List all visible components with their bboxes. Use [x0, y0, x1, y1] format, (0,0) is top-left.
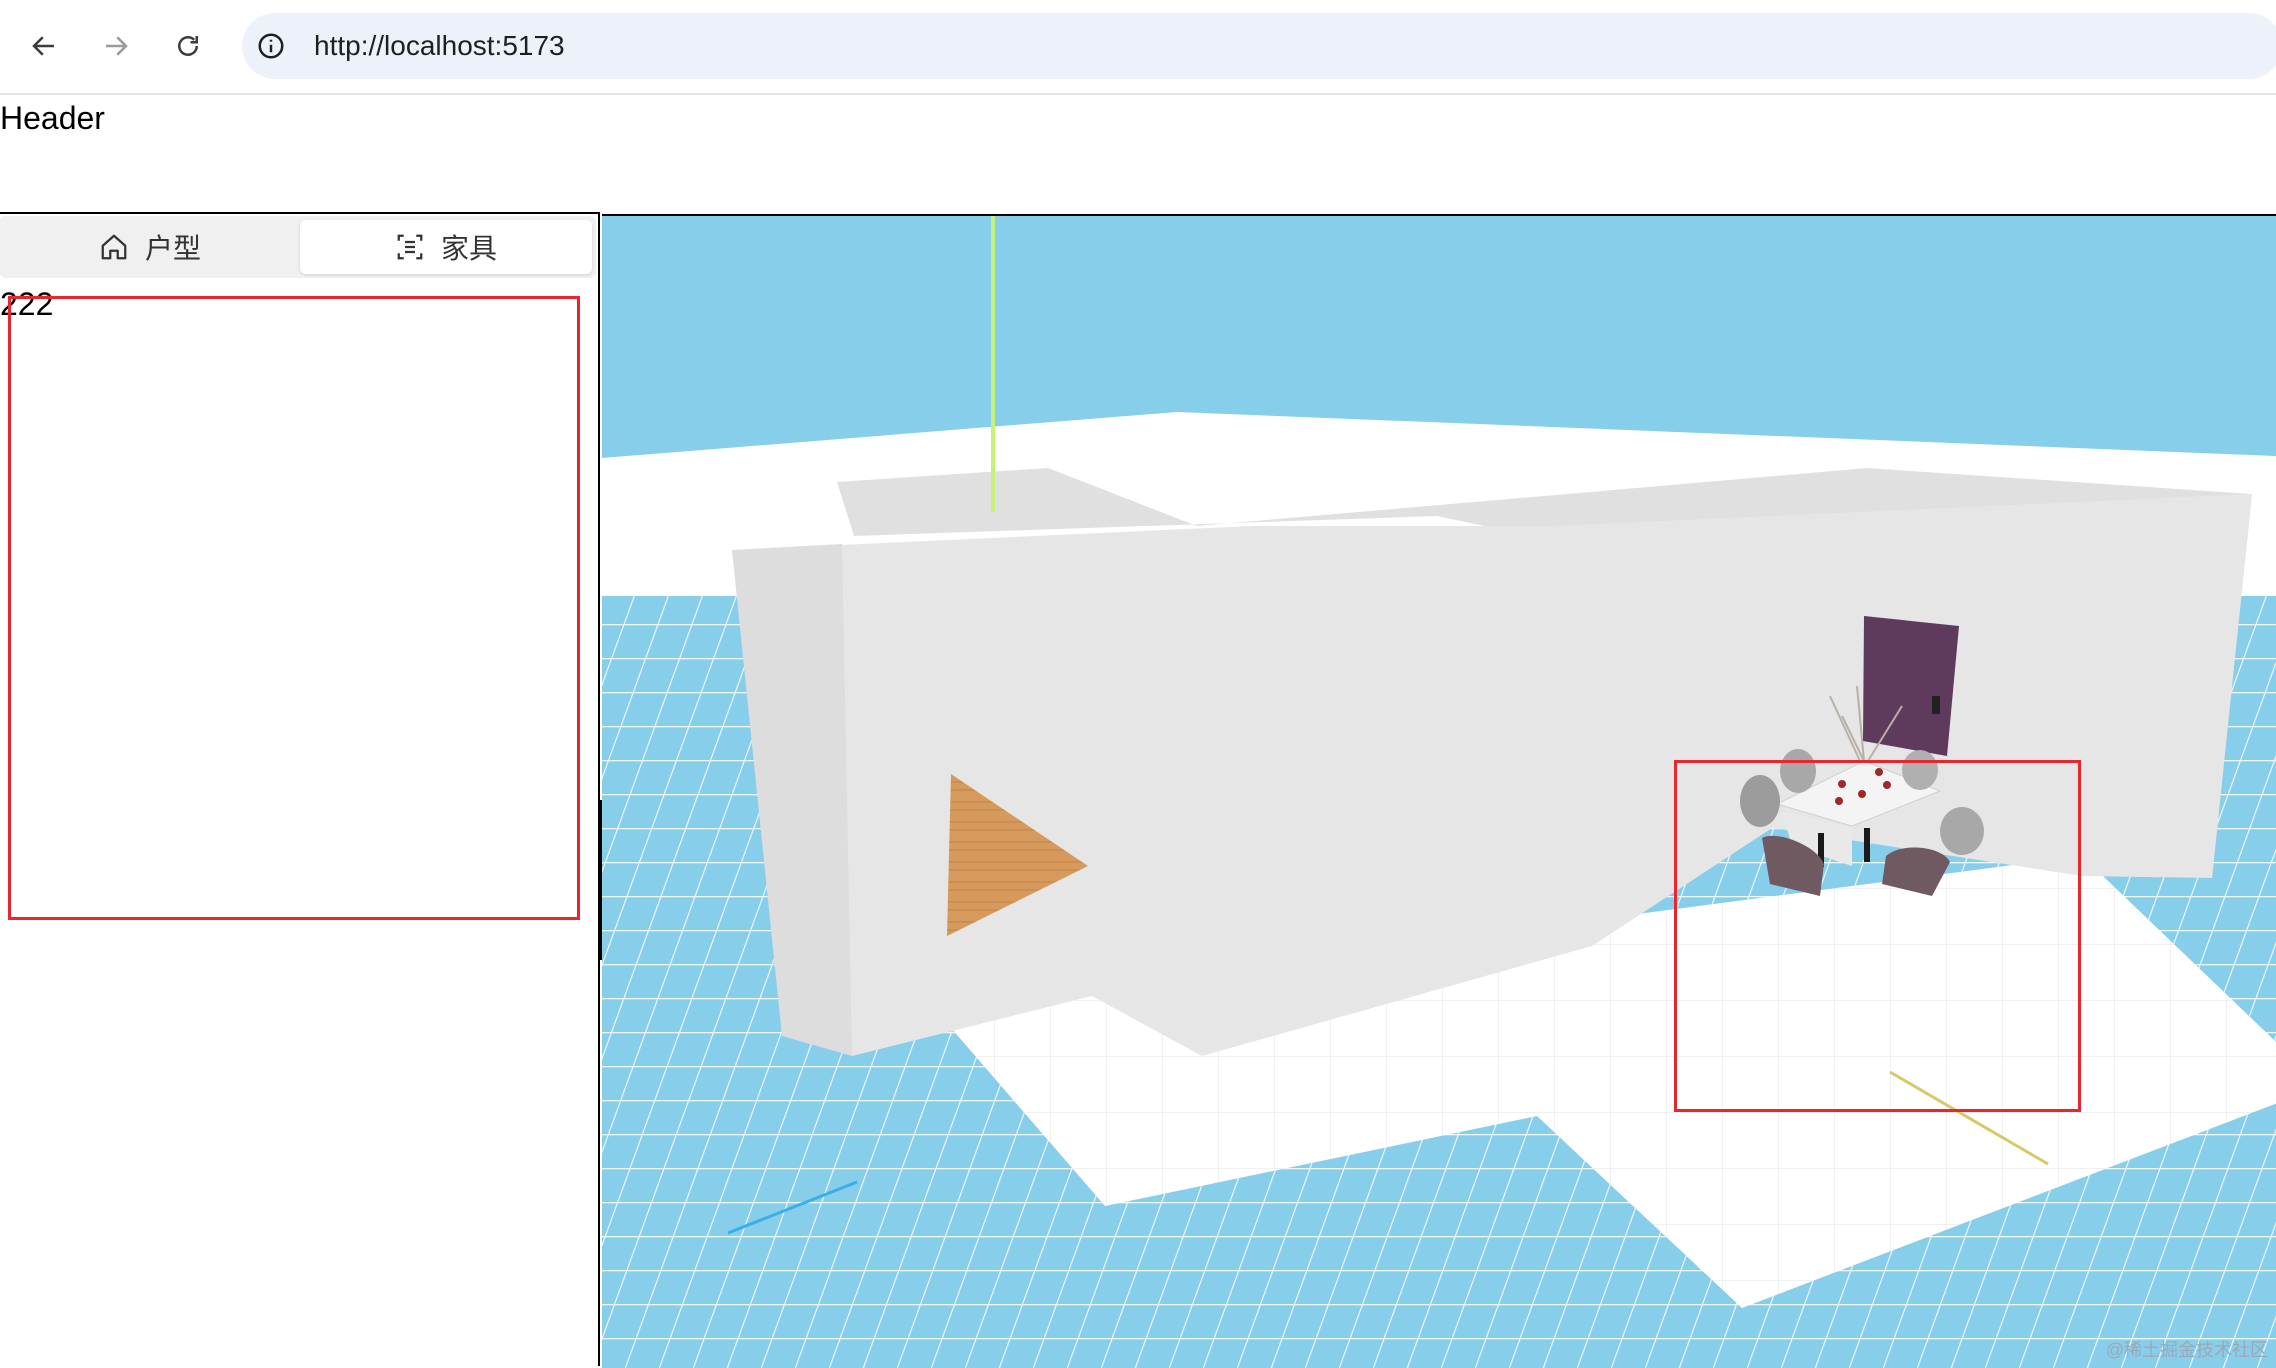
forward-button[interactable]: [92, 22, 140, 70]
back-button[interactable]: [20, 22, 68, 70]
3d-viewport[interactable]: @稀土掘金技术社区: [602, 214, 2276, 1368]
url-text[interactable]: http://localhost:5173: [314, 13, 565, 79]
tab-bar: 户型 家具: [0, 216, 596, 278]
door[interactable]: [1863, 616, 1959, 756]
house-icon: [101, 234, 127, 260]
tab-floorplan[interactable]: 户型: [4, 220, 296, 274]
browser-toolbar: http://localhost:5173: [0, 0, 2276, 95]
tab-floorplan-label: 户型: [144, 233, 201, 264]
arrow-right-icon: [106, 36, 128, 56]
scan-icon: [397, 234, 423, 260]
reload-icon: [178, 36, 198, 56]
sidebar-panel: 户型 家具 222: [0, 212, 600, 1366]
address-bar[interactable]: http://localhost:5173: [242, 13, 2276, 79]
selected-furniture-highlight: [1674, 760, 2081, 1112]
watermark: @稀土掘金技术社区: [2105, 1340, 2268, 1360]
arrow-left-icon: [32, 36, 54, 56]
info-circle-icon[interactable]: [256, 31, 286, 61]
page-header: Header: [0, 100, 105, 136]
furniture-list-highlight: [8, 296, 580, 920]
tab-furniture-label: 家具: [440, 233, 497, 264]
door-handle: [1932, 696, 1940, 714]
tab-furniture[interactable]: 家具: [300, 220, 592, 274]
reload-button[interactable]: [164, 22, 212, 70]
